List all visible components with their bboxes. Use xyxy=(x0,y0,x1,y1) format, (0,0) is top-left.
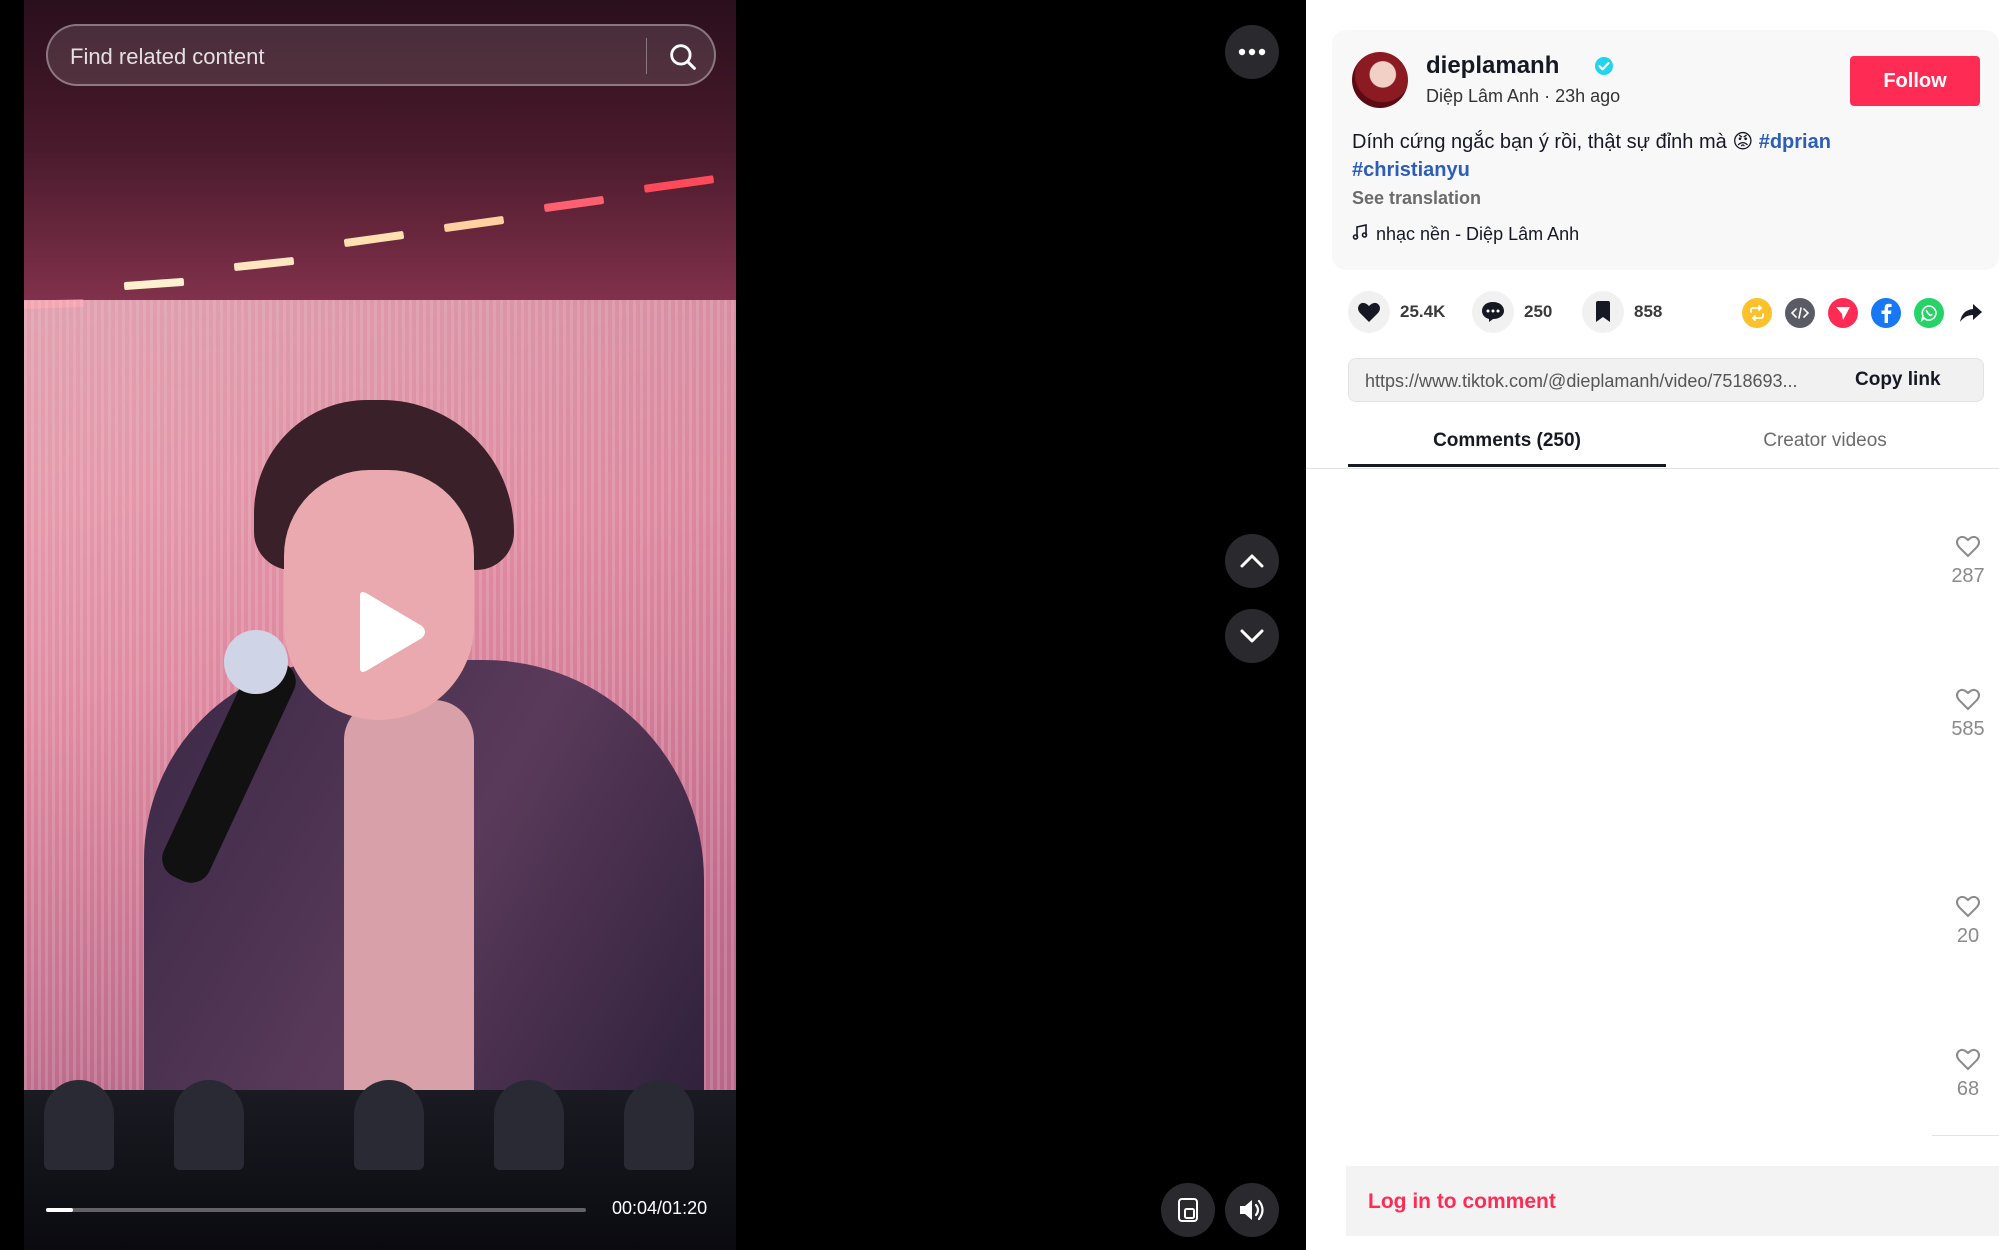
comment-like-button[interactable]: 20 xyxy=(1946,894,1990,948)
login-to-comment-link[interactable]: Log in to comment xyxy=(1368,1190,1556,1214)
comment-like-count: 20 xyxy=(1956,925,1980,947)
tab-bar: Comments (250) Creator videos xyxy=(1348,420,1984,468)
play-icon[interactable] xyxy=(352,590,428,674)
floating-player-icon xyxy=(1178,1198,1198,1222)
floating-player-button[interactable] xyxy=(1161,1183,1215,1237)
heart-outline-icon xyxy=(1956,688,1980,711)
comments-divider xyxy=(1932,1135,1999,1136)
tab-divider xyxy=(1306,468,1999,469)
progress-fill xyxy=(46,1208,73,1212)
verified-badge-icon xyxy=(1595,57,1613,75)
chevron-down-icon xyxy=(1240,629,1264,643)
comment-icon xyxy=(1482,302,1504,322)
comment-count: 250 xyxy=(1524,302,1553,321)
search-placeholder[interactable]: Find related content xyxy=(70,44,264,70)
embed-button[interactable] xyxy=(1785,298,1815,328)
progress-bar[interactable] xyxy=(46,1208,586,1212)
send-icon xyxy=(1836,307,1850,320)
save-count: 858 xyxy=(1634,302,1663,321)
details-panel: dieplamanh Diệp Lâm Anh · 23h ago Follow… xyxy=(1306,0,1999,1250)
next-video-button[interactable] xyxy=(1225,609,1279,663)
hashtag-link[interactable]: #christianyu xyxy=(1352,159,1470,181)
comment-like-count: 287 xyxy=(1951,565,1985,587)
login-to-comment-bar[interactable]: Log in to comment xyxy=(1346,1166,1999,1236)
repost-button[interactable] xyxy=(1742,298,1772,328)
chevron-up-icon xyxy=(1240,554,1264,568)
follow-button[interactable]: Follow xyxy=(1850,56,1980,106)
more-share-button[interactable] xyxy=(1956,298,1986,328)
hashtag-link[interactable]: #dprian xyxy=(1759,131,1831,153)
previous-video-button[interactable] xyxy=(1225,534,1279,588)
whatsapp-icon xyxy=(1920,305,1937,322)
playback-time: 00:04/01:20 xyxy=(612,1198,708,1218)
comment-like-count: 68 xyxy=(1956,1078,1980,1100)
comment-like-button[interactable]: 287 xyxy=(1946,534,1990,588)
volume-icon xyxy=(1240,1199,1264,1221)
heart-outline-icon xyxy=(1956,1048,1980,1071)
video-pane: Find related content 00:04/01:20 xyxy=(0,0,1306,1250)
like-count: 25.4K xyxy=(1400,302,1446,321)
video-info-card: dieplamanh Diệp Lâm Anh · 23h ago Follow… xyxy=(1332,30,1999,270)
comment-like-button[interactable]: 68 xyxy=(1946,1047,1990,1101)
crowd-foreground xyxy=(24,1080,736,1250)
video-url: https://www.tiktok.com/@dieplamanh/video… xyxy=(1365,371,1798,391)
search-icon[interactable] xyxy=(666,40,700,74)
search-bar[interactable]: Find related content xyxy=(46,24,716,86)
more-options-button[interactable] xyxy=(1225,25,1279,79)
share-arrow-icon xyxy=(1960,304,1982,322)
heart-outline-icon xyxy=(1956,895,1980,918)
repost-icon xyxy=(1750,305,1764,321)
active-tab-indicator xyxy=(1348,464,1666,467)
see-translation-link[interactable]: See translation xyxy=(1352,188,1481,209)
caption-text: Dính cứng ngắc bạn ý rồi, thật sự đỉnh m… xyxy=(1352,131,1759,153)
author-name-and-time: Diệp Lâm Anh · 23h ago xyxy=(1426,86,1621,106)
music-label: nhạc nền - Diệp Lâm Anh xyxy=(1376,224,1580,244)
video-caption: Dính cứng ngắc bạn ý rồi, thật sự đỉnh m… xyxy=(1352,128,1972,184)
whatsapp-share-button[interactable] xyxy=(1914,298,1944,328)
video-link-box: https://www.tiktok.com/@dieplamanh/video… xyxy=(1348,358,1984,402)
comment-like-count: 585 xyxy=(1951,718,1985,740)
music-link[interactable]: nhạc nền - Diệp Lâm Anh xyxy=(1352,224,1579,245)
music-note-icon xyxy=(1352,224,1368,240)
heart-outline-icon xyxy=(1956,535,1980,558)
heart-icon xyxy=(1358,302,1380,322)
facebook-share-button[interactable] xyxy=(1871,298,1901,328)
comment-like-button[interactable]: 585 xyxy=(1946,687,1990,741)
tab-comments[interactable]: Comments (250) xyxy=(1348,430,1666,452)
action-bar: 25.4K 250 858 xyxy=(1348,290,1988,334)
performer-image xyxy=(144,400,704,1180)
facebook-icon xyxy=(1881,303,1892,323)
send-to-friends-button[interactable] xyxy=(1828,298,1858,328)
comment-button[interactable]: 250 xyxy=(1472,290,1552,334)
volume-button[interactable] xyxy=(1225,1183,1279,1237)
more-icon xyxy=(1238,48,1266,56)
search-divider xyxy=(646,38,647,74)
tab-creator-videos[interactable]: Creator videos xyxy=(1666,430,1984,452)
like-button[interactable]: 25.4K xyxy=(1348,290,1445,334)
bookmark-icon xyxy=(1596,301,1610,322)
copy-link-button[interactable]: Copy link xyxy=(1855,369,1941,391)
save-button[interactable]: 858 xyxy=(1582,290,1662,334)
avatar[interactable] xyxy=(1352,52,1408,108)
embed-icon xyxy=(1791,307,1809,319)
author-username[interactable]: dieplamanh xyxy=(1426,52,1559,80)
